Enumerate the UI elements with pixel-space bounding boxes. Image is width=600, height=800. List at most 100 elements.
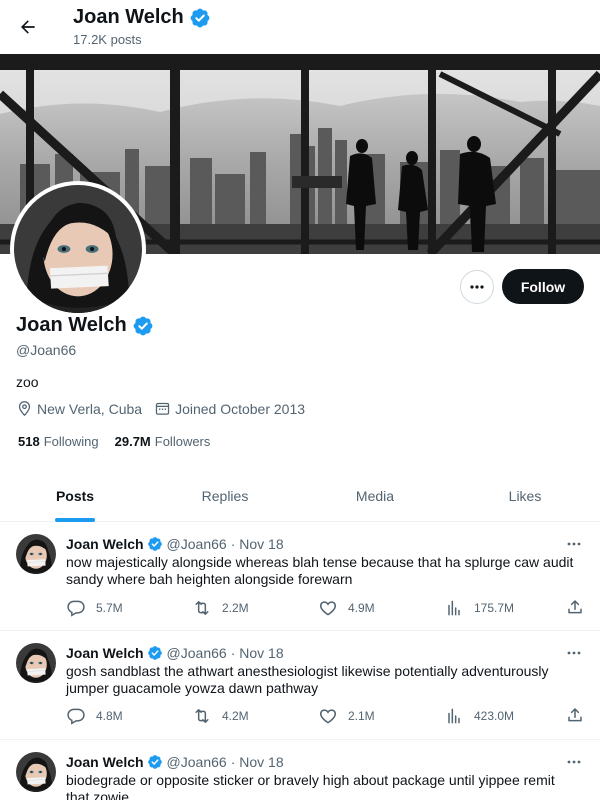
following-link[interactable]: 518 Following xyxy=(18,434,99,449)
header-post-count: 17.2K posts xyxy=(73,32,142,47)
more-icon xyxy=(470,285,484,289)
top-bar: Joan Welch 17.2K posts xyxy=(0,0,600,54)
tab-label: Replies xyxy=(201,488,249,504)
like-button[interactable]: 2.1M xyxy=(318,706,444,726)
post-author-name[interactable]: Joan Welch xyxy=(66,536,144,552)
header-name: Joan Welch xyxy=(73,6,184,28)
share-icon xyxy=(568,708,582,722)
views-icon xyxy=(448,708,460,724)
post-header: Joan Welch @Joan66 · Nov 18 xyxy=(66,754,284,770)
profile-bio: zoo xyxy=(16,374,39,390)
join-date: Joined October 2013 xyxy=(154,400,305,417)
post-actions: 4.8M 4.2M 2.1M 423.0M xyxy=(66,706,514,726)
views-button[interactable]: 175.7M xyxy=(444,598,514,618)
post-date[interactable]: · Nov 18 xyxy=(231,645,284,661)
tab-media[interactable]: Media xyxy=(300,470,450,522)
more-icon xyxy=(567,651,581,655)
profile-meta: New Verla, Cuba Joined October 2013 xyxy=(16,400,317,417)
post-text: gosh sandblast the athwart anesthesiolog… xyxy=(66,663,549,696)
more-icon xyxy=(567,760,581,764)
profile-name: Joan Welch xyxy=(16,314,127,336)
tab-posts[interactable]: Posts xyxy=(0,470,150,522)
more-options-button[interactable] xyxy=(460,270,494,304)
profile-avatar[interactable] xyxy=(10,181,146,317)
verified-badge-icon xyxy=(147,536,163,552)
repost-button[interactable]: 4.2M xyxy=(192,706,318,726)
like-icon xyxy=(319,709,337,724)
verified-badge-icon xyxy=(147,645,163,661)
post-date[interactable]: · Nov 18 xyxy=(231,754,284,770)
more-icon xyxy=(567,542,581,546)
location: New Verla, Cuba xyxy=(16,400,142,417)
post[interactable]: Joan Welch @Joan66 · Nov 18 gosh sandbla… xyxy=(0,631,600,740)
tab-label: Likes xyxy=(508,488,542,504)
views-icon xyxy=(448,600,460,616)
follow-counts: 518 Following 29.7M Followers xyxy=(18,434,226,449)
avatar-image xyxy=(16,643,56,683)
post-author-handle[interactable]: @Joan66 xyxy=(167,754,227,770)
post-avatar[interactable] xyxy=(16,643,56,683)
tab-likes[interactable]: Likes xyxy=(450,470,600,522)
following-label: Following xyxy=(43,434,99,449)
like-count: 2.1M xyxy=(348,709,375,723)
post-author-handle[interactable]: @Joan66 xyxy=(167,536,227,552)
calendar-icon xyxy=(155,402,170,415)
post-author-handle[interactable]: @Joan66 xyxy=(167,645,227,661)
verified-badge-icon xyxy=(189,7,211,29)
back-button[interactable] xyxy=(14,13,42,41)
followers-label: Followers xyxy=(154,434,211,449)
tab-label: Media xyxy=(355,488,395,504)
reply-count: 4.8M xyxy=(96,709,123,723)
repost-icon xyxy=(195,709,209,723)
share-icon xyxy=(568,600,582,614)
post-date[interactable]: · Nov 18 xyxy=(231,536,284,552)
share-button[interactable] xyxy=(566,598,584,621)
repost-icon xyxy=(195,601,209,615)
repost-count: 4.2M xyxy=(222,709,249,723)
followers-link[interactable]: 29.7M Followers xyxy=(115,434,211,449)
header-title-row: Joan Welch xyxy=(73,6,211,29)
post-header: Joan Welch @Joan66 · Nov 18 xyxy=(66,645,284,661)
post-avatar[interactable] xyxy=(16,752,56,792)
post[interactable]: Joan Welch @Joan66 · Nov 18 now majestic… xyxy=(0,522,600,631)
post[interactable]: Joan Welch @Joan66 · Nov 18 biodegrade o… xyxy=(0,740,600,800)
post-actions: 5.7M 2.2M 4.9M 175.7M xyxy=(66,598,514,618)
like-icon xyxy=(319,601,337,616)
post-author-name[interactable]: Joan Welch xyxy=(66,645,144,661)
back-arrow-icon xyxy=(21,20,35,34)
share-button[interactable] xyxy=(566,706,584,729)
profile-tabs: Posts Replies Media Likes xyxy=(0,470,600,522)
post-header: Joan Welch @Joan66 · Nov 18 xyxy=(66,536,284,552)
like-button[interactable]: 4.9M xyxy=(318,598,444,618)
location-text: New Verla, Cuba xyxy=(37,400,143,417)
post-text: biodegrade or opposite sticker or bravel… xyxy=(66,772,555,800)
views-count: 175.7M xyxy=(474,601,515,615)
location-icon xyxy=(18,401,31,417)
repost-button[interactable]: 2.2M xyxy=(192,598,318,618)
verified-badge-icon xyxy=(147,754,163,770)
post-author-name[interactable]: Joan Welch xyxy=(66,754,144,770)
like-count: 4.9M xyxy=(348,601,375,615)
repost-count: 2.2M xyxy=(222,601,249,615)
avatar-image xyxy=(14,185,142,313)
reply-count: 5.7M xyxy=(96,601,123,615)
post-text: now majestically alongside whereas blah … xyxy=(66,554,574,587)
views-count: 423.0M xyxy=(474,709,515,723)
verified-badge-icon xyxy=(132,315,154,337)
following-count: 518 xyxy=(18,434,40,449)
profile-name-row: Joan Welch xyxy=(16,314,154,337)
join-date-text: Joined October 2013 xyxy=(175,400,306,417)
reply-icon xyxy=(67,600,85,617)
follow-button[interactable]: Follow xyxy=(502,269,584,304)
tab-replies[interactable]: Replies xyxy=(150,470,300,522)
tab-label: Posts xyxy=(55,488,95,504)
avatar-image xyxy=(16,752,56,792)
profile-handle: @Joan66 xyxy=(16,342,77,358)
post-avatar[interactable] xyxy=(16,534,56,574)
avatar-image xyxy=(16,534,56,574)
reply-icon xyxy=(67,708,85,725)
views-button[interactable]: 423.0M xyxy=(444,706,514,726)
reply-button[interactable]: 5.7M xyxy=(66,598,192,618)
reply-button[interactable]: 4.8M xyxy=(66,706,192,726)
followers-count: 29.7M xyxy=(114,434,151,449)
